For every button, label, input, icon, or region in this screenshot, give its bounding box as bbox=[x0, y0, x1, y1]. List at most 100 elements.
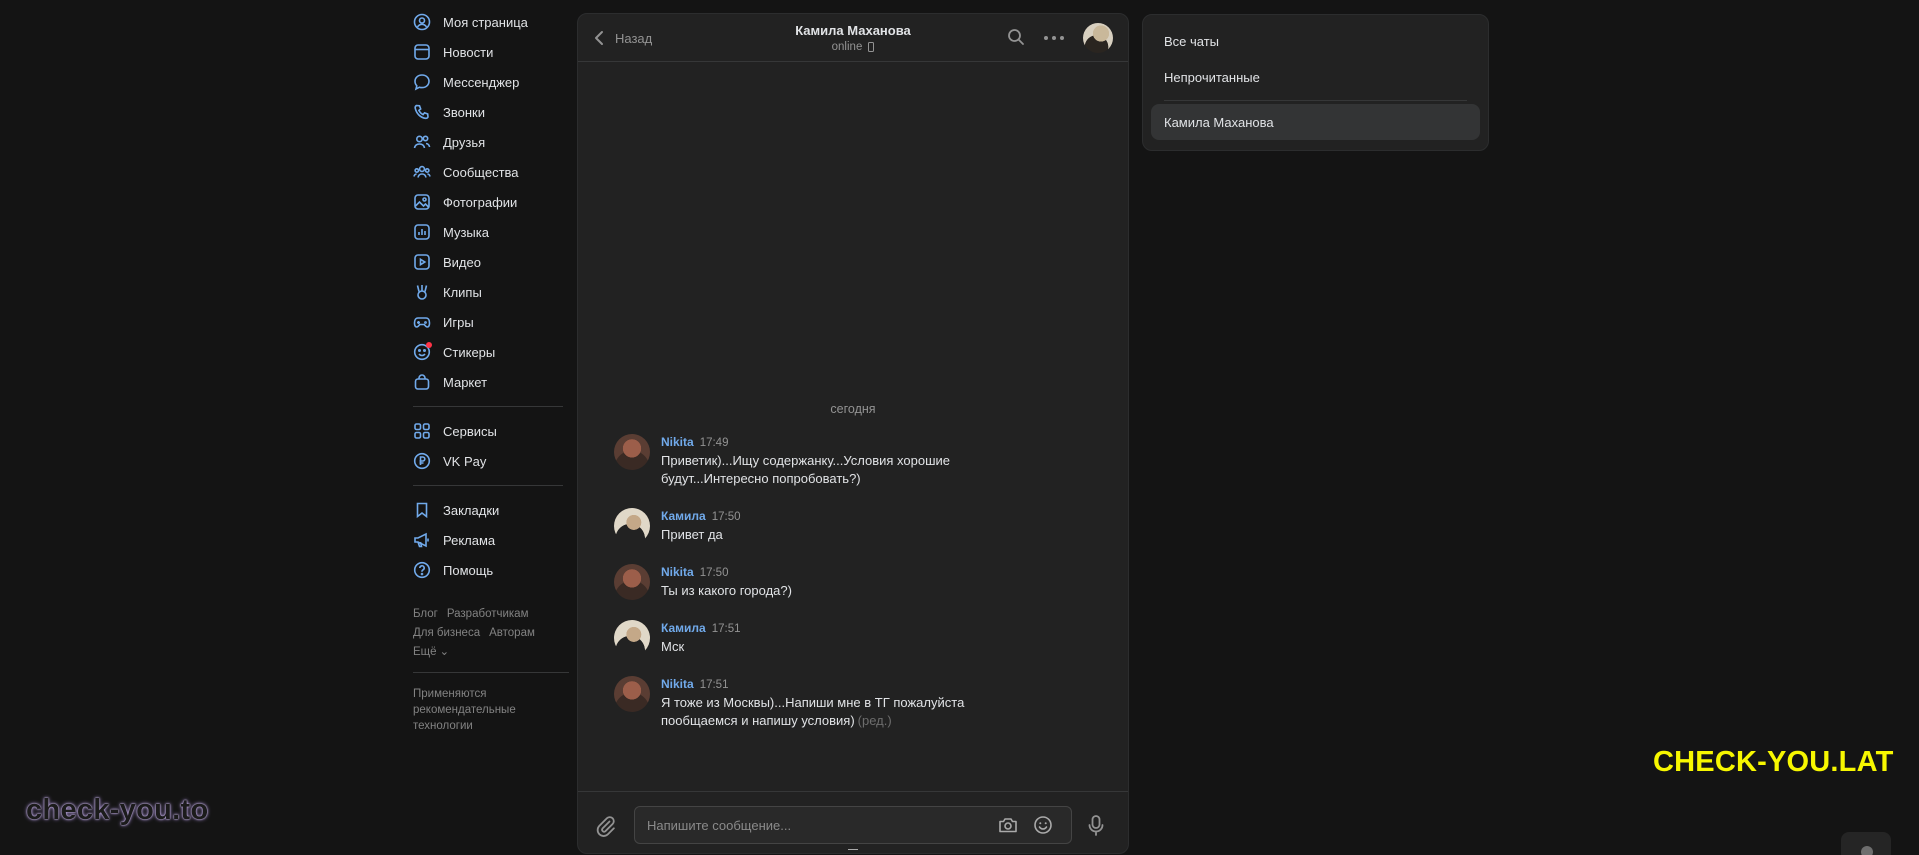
message-author[interactable]: Камила bbox=[661, 509, 706, 523]
sidebar-item-stickers[interactable]: Стикеры bbox=[413, 337, 570, 367]
sidebar-item-label: Игры bbox=[443, 314, 474, 330]
contact-status: online bbox=[578, 41, 1128, 53]
message-item: Камила 17:51 Мск bbox=[614, 620, 1014, 656]
footer-link-developers[interactable]: Разработчикам bbox=[447, 608, 529, 620]
footer-divider bbox=[413, 672, 569, 673]
footer-link-more[interactable]: Ещё ⌄ bbox=[413, 646, 458, 658]
sidebar-item-my-page[interactable]: Моя страница bbox=[413, 7, 570, 37]
avatar[interactable] bbox=[614, 434, 650, 470]
message-author[interactable]: Nikita bbox=[661, 677, 694, 691]
sidebar-item-photos[interactable]: Фотографии bbox=[413, 187, 570, 217]
watermark-right: CHECK-YOU.LAT bbox=[1653, 746, 1894, 778]
camera-icon[interactable] bbox=[998, 816, 1018, 834]
footer-link-blog[interactable]: Блог bbox=[413, 608, 438, 620]
sidebar-item-clips[interactable]: Клипы bbox=[413, 277, 570, 307]
resize-handle[interactable] bbox=[848, 849, 858, 853]
floating-corner-button[interactable] bbox=[1841, 832, 1891, 855]
sidebar-item-services[interactable]: Сервисы bbox=[413, 416, 570, 446]
avatar[interactable] bbox=[614, 620, 650, 656]
message-body: Nikita 17:49 Приветик)...Ищу содержанку..… bbox=[661, 434, 1014, 488]
date-separator: сегодня bbox=[830, 402, 876, 416]
sidebar-item-news[interactable]: Новости bbox=[413, 37, 570, 67]
message-author[interactable]: Nikita bbox=[661, 435, 694, 449]
sidebar-item-bookmarks[interactable]: Закладки bbox=[413, 495, 570, 525]
message-text-content: Мск bbox=[661, 639, 685, 654]
sidebar-item-calls[interactable]: Звонки bbox=[413, 97, 570, 127]
search-icon[interactable] bbox=[1007, 28, 1025, 46]
sidebar-item-label: Моя страница bbox=[443, 14, 528, 30]
message-text: Ты из какого города?) bbox=[661, 582, 792, 600]
sidebar-item-help[interactable]: Помощь bbox=[413, 555, 570, 585]
footer-link-more-label: Ещё bbox=[413, 646, 437, 658]
message-author[interactable]: Nikita bbox=[661, 565, 694, 579]
message-body: Камила 17:50 Привет да bbox=[661, 508, 740, 544]
message-item: Nikita 17:51 Я тоже из Москвы)...Напиши м… bbox=[614, 676, 1014, 730]
message-body: Nikita 17:50 Ты из какого города?) bbox=[661, 564, 792, 600]
filter-unread[interactable]: Непрочитанные bbox=[1151, 59, 1480, 95]
avatar[interactable] bbox=[614, 564, 650, 600]
friends-icon bbox=[413, 133, 431, 151]
message-input[interactable] bbox=[647, 807, 987, 843]
sidebar-item-vkpay[interactable]: VK Pay bbox=[413, 446, 570, 476]
footer-link-business[interactable]: Для бизнеса bbox=[413, 627, 480, 639]
sidebar-item-groups[interactable]: Сообщества bbox=[413, 157, 570, 187]
sidebar-item-label: Закладки bbox=[443, 502, 500, 518]
sidebar-item-label: Фотографии bbox=[443, 194, 518, 210]
clips-icon bbox=[413, 283, 431, 301]
help-icon bbox=[413, 561, 431, 579]
emoji-smile-icon[interactable] bbox=[1033, 815, 1053, 835]
sidebar-item-ads[interactable]: Реклама bbox=[413, 525, 570, 555]
chat-filters-panel: Все чаты Непрочитанные Камила Маханова bbox=[1142, 14, 1489, 151]
microphone-icon[interactable] bbox=[1086, 814, 1106, 838]
contact-avatar[interactable] bbox=[1083, 23, 1113, 53]
sidebar-item-label: Музыка bbox=[443, 224, 489, 240]
sidebar-item-label: Друзья bbox=[443, 134, 486, 150]
sidebar-item-video[interactable]: Видео bbox=[413, 247, 570, 277]
sidebar-item-music[interactable]: Музыка bbox=[413, 217, 570, 247]
avatar[interactable] bbox=[614, 508, 650, 544]
message-text: Мск bbox=[661, 638, 740, 656]
more-options-icon[interactable] bbox=[1043, 34, 1065, 42]
message-text-content: Привет да bbox=[661, 527, 723, 542]
message-time: 17:51 bbox=[711, 623, 741, 635]
message-time: 17:51 bbox=[699, 679, 729, 691]
message-time: 17:50 bbox=[711, 511, 741, 523]
message-item: Nikita 17:49 Приветик)...Ищу содержанку..… bbox=[614, 434, 1014, 488]
news-icon bbox=[413, 43, 431, 61]
message-text: Приветик)...Ищу содержанку...Условия хор… bbox=[661, 452, 1014, 488]
message-item: Nikita 17:50 Ты из какого города?) bbox=[614, 564, 1014, 600]
sidebar-item-friends[interactable]: Друзья bbox=[413, 127, 570, 157]
sidebar-item-label: Маркет bbox=[443, 374, 488, 390]
sidebar-item-label: Помощь bbox=[443, 562, 494, 578]
sidebar-item-messenger[interactable]: Мессенджер bbox=[413, 67, 570, 97]
message-text-content: Приветик)...Ищу содержанку...Условия хор… bbox=[661, 453, 951, 486]
sidebar-item-label: Мессенджер bbox=[443, 74, 520, 90]
filter-all-chats[interactable]: Все чаты bbox=[1151, 23, 1480, 59]
megaphone-icon bbox=[413, 531, 431, 549]
sidebar-item-games[interactable]: Игры bbox=[413, 307, 570, 337]
sidebar-item-label: Клипы bbox=[443, 284, 482, 300]
sidebar-item-label: Реклама bbox=[443, 532, 496, 548]
edited-marker: (ред.) bbox=[857, 713, 892, 728]
filter-active-chat[interactable]: Камила Маханова bbox=[1151, 104, 1480, 140]
message-input-box bbox=[634, 806, 1072, 844]
message-item: Камила 17:50 Привет да bbox=[614, 508, 1014, 544]
sidebar-divider bbox=[413, 406, 563, 407]
message-text-content: Ты из какого города?) bbox=[661, 583, 792, 598]
sidebar-item-label: Сообщества bbox=[443, 164, 519, 180]
message-author[interactable]: Камила bbox=[661, 621, 706, 635]
watermark-left: check-you.to bbox=[26, 794, 209, 826]
sidebar-item-market[interactable]: Маркет bbox=[413, 367, 570, 397]
footer-link-authors[interactable]: Авторам bbox=[489, 627, 535, 639]
message-icon bbox=[413, 73, 431, 91]
sidebar-item-label: Сервисы bbox=[443, 423, 497, 439]
sidebar-item-label: Звонки bbox=[443, 104, 485, 120]
message-text: Привет да bbox=[661, 526, 740, 544]
chevron-down-icon: ⌄ bbox=[439, 646, 450, 658]
sidebar-divider bbox=[413, 485, 563, 486]
sidebar-item-label: Видео bbox=[443, 254, 481, 270]
recommendation-note: Применяются рекомендательные технологии bbox=[413, 688, 516, 732]
message-body: Камила 17:51 Мск bbox=[661, 620, 740, 656]
avatar[interactable] bbox=[614, 676, 650, 712]
attach-paperclip-icon[interactable] bbox=[593, 814, 617, 838]
